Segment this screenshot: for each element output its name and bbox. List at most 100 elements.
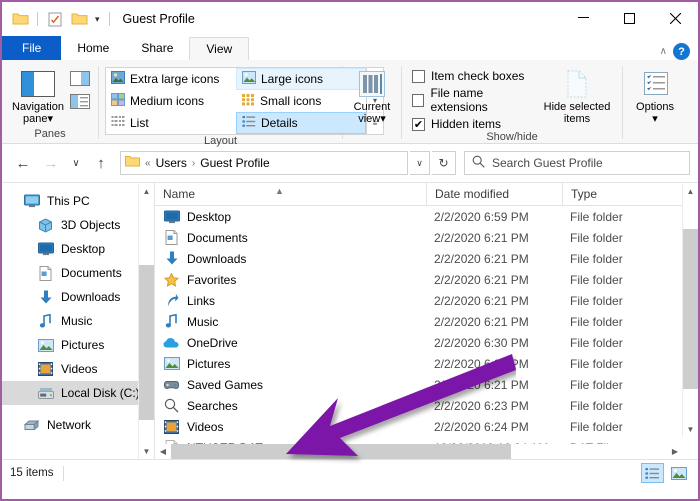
breadcrumb-guest-profile[interactable]: Guest Profile — [200, 156, 269, 170]
list-scroll-thumb[interactable] — [683, 229, 698, 389]
sidebar-item-documents[interactable]: Documents — [2, 261, 154, 285]
details-pane-icon[interactable] — [68, 91, 92, 111]
table-row[interactable]: OneDrive 2/2/2020 6:30 PM File folder — [155, 332, 698, 353]
file-date-cell: 2/2/2020 6:21 PM — [434, 272, 529, 287]
sidebar-item-3d-objects[interactable]: 3D Objects — [2, 213, 154, 237]
sidebar-item-downloads[interactable]: Downloads — [2, 285, 154, 309]
large-icons-view-button[interactable] — [667, 463, 690, 483]
sidebar-item-this-pc[interactable]: This PC — [2, 189, 154, 213]
layout-option-list[interactable]: List — [106, 112, 236, 134]
properties-icon[interactable] — [45, 9, 65, 29]
hscroll-left-icon[interactable]: ◀ — [155, 444, 171, 459]
list-scroll-up-icon[interactable]: ▲ — [683, 183, 698, 199]
column-header-date-modified[interactable]: Date modified — [426, 183, 562, 205]
table-row[interactable]: Desktop 2/2/2020 6:59 PM File folder — [155, 206, 698, 227]
table-row[interactable]: Downloads 2/2/2020 6:21 PM File folder — [155, 248, 698, 269]
current-view-button[interactable]: Current view▾ — [349, 64, 395, 125]
recent-locations-button[interactable]: ∨ — [66, 150, 86, 176]
tab-home[interactable]: Home — [61, 37, 125, 60]
sidebar-scroll-track[interactable] — [139, 199, 154, 443]
help-icon[interactable]: ? — [673, 43, 690, 60]
hscroll-right-icon[interactable]: ▶ — [667, 444, 683, 459]
tab-file[interactable]: File — [2, 36, 62, 60]
options-button[interactable]: Options ▾ — [629, 64, 681, 125]
preview-pane-icon[interactable] — [68, 68, 92, 88]
collapse-ribbon-icon[interactable]: ∧ — [660, 46, 667, 57]
breadcrumb-overflow-icon[interactable]: « — [145, 158, 151, 169]
details-view-button[interactable] — [641, 463, 664, 483]
breadcrumb-users[interactable]: Users — [156, 156, 187, 170]
network-icon — [23, 417, 40, 433]
new-folder-icon[interactable] — [69, 9, 89, 29]
sidebar-item-videos[interactable]: Videos — [2, 357, 154, 381]
navigation-pane-button[interactable]: Navigation pane▾ — [8, 64, 68, 125]
sidebar-item-local-disk-c[interactable]: Local Disk (C:) — [2, 381, 154, 405]
maximize-button[interactable] — [606, 2, 652, 34]
file-type-cell: File folder — [570, 230, 623, 245]
refresh-icon[interactable]: ↻ — [432, 151, 456, 175]
file-list-scrollbar[interactable]: ▲ ▼ — [682, 183, 698, 437]
file-explorer-window: ▾ Guest Profile File Home Share View ∧ ? — [0, 0, 700, 501]
file-name-label: OneDrive — [187, 335, 238, 350]
list-scroll-down-icon[interactable]: ▼ — [683, 421, 698, 437]
hscroll-track[interactable] — [171, 444, 667, 459]
ribbon-group-current-view: Current view▾ — [343, 60, 401, 143]
address-dropdown-icon[interactable]: ∨ — [410, 151, 430, 175]
sidebar-scroll-up-icon[interactable]: ▲ — [139, 183, 154, 199]
file-type-cell: File folder — [570, 356, 623, 371]
address-bar[interactable]: « Users › Guest Profile — [120, 151, 408, 175]
close-button[interactable] — [652, 2, 698, 34]
small-icons-icon — [241, 93, 255, 109]
back-button[interactable]: ← — [10, 150, 36, 176]
search-input[interactable]: Search Guest Profile — [492, 156, 603, 170]
hscroll-thumb[interactable] — [171, 444, 511, 459]
list-scroll-track[interactable] — [683, 199, 698, 421]
item-check-boxes-checkbox[interactable] — [412, 69, 425, 83]
item-check-boxes-row[interactable]: Item check boxes — [412, 69, 538, 83]
file-rows: Desktop 2/2/2020 6:59 PM File folder Doc… — [155, 206, 698, 459]
tab-share[interactable]: Share — [125, 37, 189, 60]
ribbon-group-show-hide: Item check boxes File name extensions ✔ … — [402, 60, 622, 143]
hidden-items-row[interactable]: ✔ Hidden items — [412, 117, 538, 131]
file-name-cell: Favorites — [155, 272, 426, 288]
minimize-button[interactable] — [560, 2, 606, 34]
up-button[interactable]: ↑ — [88, 150, 114, 176]
sidebar-item-network[interactable]: Network — [2, 413, 154, 437]
sidebar-scroll-down-icon[interactable]: ▼ — [139, 443, 154, 459]
layout-option-extra-large-icons[interactable]: Extra large icons — [106, 68, 236, 90]
sidebar-label: Network — [47, 418, 92, 432]
sidebar-item-music[interactable]: Music — [2, 309, 154, 333]
table-row[interactable]: Favorites 2/2/2020 6:21 PM File folder — [155, 269, 698, 290]
sidebar-item-pictures[interactable]: Pictures — [2, 333, 154, 357]
layout-option-medium-icons[interactable]: Medium icons — [106, 90, 236, 112]
hidden-items-checkbox[interactable]: ✔ — [412, 117, 425, 131]
file-name-extensions-row[interactable]: File name extensions — [412, 86, 538, 114]
options-caret-icon[interactable]: ▾ — [652, 113, 658, 125]
file-list-pane: Name ▲ Date modified Type Desktop 2/2/20… — [155, 183, 698, 459]
download-arrow-icon — [37, 289, 54, 305]
sidebar-scrollbar[interactable]: ▲ ▼ — [138, 183, 154, 459]
table-row[interactable]: Pictures 2/2/2020 6:38 PM File folder — [155, 353, 698, 374]
sidebar-item-desktop[interactable]: Desktop — [2, 237, 154, 261]
sidebar-scroll-thumb[interactable] — [139, 265, 154, 420]
folder-icon[interactable] — [10, 9, 30, 29]
table-row[interactable]: Saved Games 2/2/2020 6:21 PM File folder — [155, 374, 698, 395]
ribbon: Navigation pane▾ Panes Extra large icons… — [2, 60, 698, 147]
column-header-type[interactable]: Type — [562, 183, 662, 205]
title-bar: ▾ Guest Profile — [2, 2, 698, 36]
download-arrow-icon — [163, 251, 180, 267]
table-row[interactable]: Videos 2/2/2020 6:24 PM File folder — [155, 416, 698, 437]
table-row[interactable]: Links 2/2/2020 6:21 PM File folder — [155, 290, 698, 311]
tab-view[interactable]: View — [189, 37, 250, 60]
table-row[interactable]: Music 2/2/2020 6:21 PM File folder — [155, 311, 698, 332]
file-name-extensions-checkbox[interactable] — [412, 93, 425, 107]
column-header-name[interactable]: Name ▲ — [155, 183, 426, 205]
table-row[interactable]: Documents 2/2/2020 6:21 PM File folder — [155, 227, 698, 248]
quick-access-dropdown-icon[interactable]: ▾ — [93, 14, 102, 25]
search-box[interactable]: Search Guest Profile — [464, 151, 690, 175]
hide-selected-items-button[interactable]: Hide selected items — [538, 64, 616, 125]
file-list-hscrollbar[interactable]: ◀ ▶ — [155, 444, 683, 459]
table-row[interactable]: Searches 2/2/2020 6:23 PM File folder — [155, 395, 698, 416]
breadcrumb-separator-icon[interactable]: › — [192, 158, 195, 169]
forward-button[interactable]: → — [38, 150, 64, 176]
